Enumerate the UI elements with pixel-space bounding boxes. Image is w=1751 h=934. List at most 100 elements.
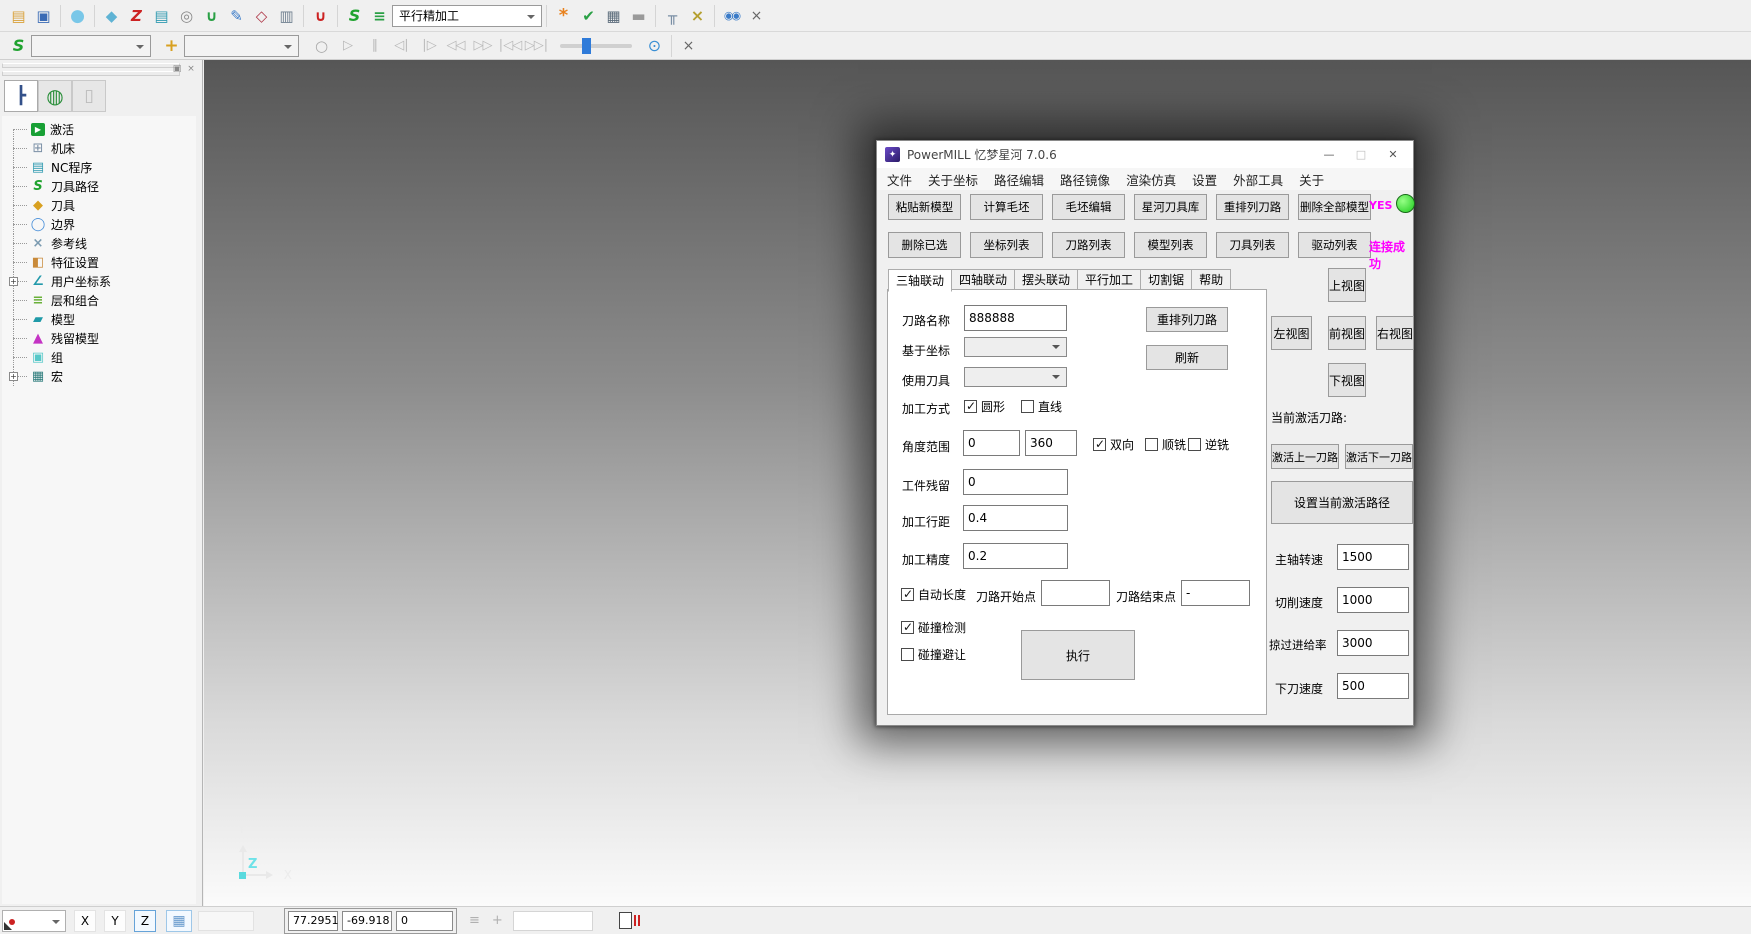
rewind-button[interactable]: ◁◁ bbox=[442, 34, 469, 58]
tolerance-field[interactable] bbox=[513, 911, 593, 931]
tab-parallel[interactable]: 平行加工 bbox=[1078, 269, 1141, 290]
sim-tool-select[interactable] bbox=[184, 35, 299, 57]
rapid-move-icon[interactable]: Z bbox=[124, 4, 149, 28]
tree-item-levels-sets[interactable]: ≡层和组合 bbox=[8, 291, 196, 310]
tool-pair-icon[interactable]: ╥ bbox=[660, 4, 685, 28]
end-point-input[interactable] bbox=[1181, 580, 1250, 606]
tree-item-models[interactable]: ▰模型 bbox=[8, 310, 196, 329]
collision-check-checkbox[interactable] bbox=[901, 621, 914, 634]
tool-library-button[interactable]: 星河刀具库 bbox=[1134, 194, 1207, 220]
toolpath-name-input[interactable] bbox=[964, 305, 1067, 331]
tree-item-tools[interactable]: ◆刀具 bbox=[8, 196, 196, 215]
grid-toggle-button[interactable]: ▦ bbox=[166, 910, 192, 932]
axis-y-button[interactable]: Y bbox=[104, 910, 126, 932]
refresh-button[interactable]: 刷新 bbox=[1146, 345, 1228, 370]
menu-about-coords[interactable]: 关于坐标 bbox=[920, 170, 986, 189]
collision-avoid-checkbox[interactable] bbox=[901, 648, 914, 661]
model-list-button[interactable]: 模型列表 bbox=[1134, 232, 1207, 258]
view-bottom-button[interactable]: 下视图 bbox=[1328, 363, 1366, 397]
stock-input[interactable] bbox=[963, 469, 1068, 495]
angle-to-input[interactable] bbox=[1025, 430, 1077, 456]
execute-button[interactable]: 执行 bbox=[1021, 630, 1135, 680]
angle-from-input[interactable] bbox=[963, 430, 1020, 456]
tree-item-nc-program[interactable]: ▤NC程序 bbox=[8, 158, 196, 177]
toolpath-icon[interactable]: S bbox=[6, 34, 31, 58]
menu-about[interactable]: 关于 bbox=[1291, 170, 1332, 189]
menu-external-tools[interactable]: 外部工具 bbox=[1225, 170, 1291, 189]
explorer-tab-trash[interactable]: ▯ bbox=[72, 80, 106, 112]
pause-button[interactable]: ∥ bbox=[361, 34, 388, 58]
auto-length-checkbox[interactable] bbox=[901, 588, 914, 601]
delete-all-models-button[interactable]: 删除全部模型 bbox=[1298, 194, 1371, 220]
menu-file[interactable]: 文件 bbox=[879, 170, 920, 189]
points-icon[interactable]: ◇ bbox=[249, 4, 274, 28]
workplane-select[interactable] bbox=[2, 910, 66, 932]
tool-list-button[interactable]: 刀具列表 bbox=[1216, 232, 1289, 258]
activate-next-button[interactable]: 激活下一刀路 bbox=[1345, 444, 1413, 469]
menu-render-sim[interactable]: 渲染仿真 bbox=[1118, 170, 1184, 189]
calculator-icon[interactable]: ▦ bbox=[601, 4, 626, 28]
nc-program-icon[interactable]: ▤ bbox=[149, 4, 174, 28]
ruler-icon[interactable]: ▬ bbox=[626, 4, 651, 28]
expand-icon[interactable]: + bbox=[9, 277, 18, 286]
panel-grip[interactable] bbox=[2, 63, 180, 68]
tab-swivel-head[interactable]: 摆头联动 bbox=[1015, 269, 1078, 290]
tree-item-stock-models[interactable]: ▲残留模型 bbox=[8, 329, 196, 348]
tree-item-toolpaths[interactable]: S刀具路径 bbox=[8, 177, 196, 196]
coordinate-list-icon[interactable]: ≡ bbox=[469, 913, 480, 928]
play-button[interactable]: ▷ bbox=[334, 34, 361, 58]
tab-help[interactable]: 帮助 bbox=[1192, 269, 1231, 290]
save-icon[interactable]: ▣ bbox=[31, 4, 56, 28]
tab-4axis[interactable]: 四轴联动 bbox=[952, 269, 1015, 290]
delete-selected-button[interactable]: 删除已选 bbox=[888, 232, 961, 258]
spindle-speed-input[interactable] bbox=[1337, 544, 1409, 570]
axis-x-button[interactable]: X bbox=[74, 910, 96, 932]
fast-forward-button[interactable]: ▷▷ bbox=[469, 34, 496, 58]
feeds-speeds-icon[interactable]: ∪ bbox=[308, 4, 333, 28]
axis-z-button[interactable]: Z bbox=[134, 910, 156, 932]
panel-float-icon[interactable]: ▣ bbox=[170, 62, 184, 75]
simulate-check-icon[interactable]: ✔ bbox=[576, 4, 601, 28]
panel-grip[interactable] bbox=[2, 71, 180, 76]
go-start-button[interactable]: ∣◁◁ bbox=[496, 34, 523, 58]
toolbar-close-icon[interactable]: × bbox=[744, 4, 769, 28]
line-checkbox[interactable] bbox=[1021, 400, 1034, 413]
tab-3axis[interactable]: 三轴联动 bbox=[888, 269, 952, 292]
toolpath-list-icon[interactable]: ≡ bbox=[367, 4, 392, 28]
maximize-button[interactable]: □ bbox=[1345, 141, 1377, 167]
menu-settings[interactable]: 设置 bbox=[1184, 170, 1225, 189]
step-back-button[interactable]: ◁∣ bbox=[388, 34, 415, 58]
set-active-path-button[interactable]: 设置当前激活路径 bbox=[1271, 481, 1413, 524]
block-icon[interactable]: ◆ bbox=[99, 4, 124, 28]
stepover-input[interactable] bbox=[963, 505, 1068, 531]
tool-change-icon[interactable]: ▥ bbox=[274, 4, 299, 28]
panel-close-icon[interactable]: × bbox=[184, 62, 198, 75]
open-file-icon[interactable]: ▤ bbox=[6, 4, 31, 28]
edit-block-button[interactable]: 毛坯编辑 bbox=[1052, 194, 1125, 220]
tool-icon[interactable]: ◎ bbox=[174, 4, 199, 28]
tree-item-groups[interactable]: ▣组 bbox=[8, 348, 196, 367]
tolerance-input[interactable] bbox=[963, 543, 1068, 569]
tree-item-macros[interactable]: +▦宏 bbox=[8, 367, 196, 386]
view-left-button[interactable]: 左视图 bbox=[1271, 316, 1312, 350]
toolpath-list-button[interactable]: 刀路列表 bbox=[1052, 232, 1125, 258]
tab-cutting-saw[interactable]: 切割锯 bbox=[1141, 269, 1192, 290]
rearrange-button[interactable]: 重排列刀路 bbox=[1146, 307, 1228, 332]
toolpath-icon[interactable]: S bbox=[342, 4, 367, 28]
step-forward-button[interactable]: ∣▷ bbox=[415, 34, 442, 58]
dialog-titlebar[interactable]: ✦ PowerMILL 忆梦星河 7.0.6 — □ ✕ bbox=[877, 141, 1413, 168]
menu-path-mirror[interactable]: 路径镜像 bbox=[1052, 170, 1118, 189]
minimize-button[interactable]: — bbox=[1313, 141, 1345, 167]
probe-icon[interactable]: + bbox=[492, 913, 503, 928]
cutting-speed-input[interactable] bbox=[1337, 587, 1409, 613]
tree-item-boundaries[interactable]: ◯边界 bbox=[8, 215, 196, 234]
conventional-checkbox[interactable] bbox=[1188, 438, 1201, 451]
compare-icon[interactable]: ◉◉ bbox=[719, 4, 744, 28]
view-front-button[interactable]: 前视图 bbox=[1328, 316, 1366, 350]
based-coord-select[interactable] bbox=[964, 337, 1067, 357]
use-tool-select[interactable] bbox=[964, 367, 1067, 387]
drive-list-button[interactable]: 驱动列表 bbox=[1298, 232, 1371, 258]
sim-close-icon[interactable]: × bbox=[676, 34, 701, 58]
tree-item-machine[interactable]: ⊞机床 bbox=[8, 139, 196, 158]
compute-block-button[interactable]: 计算毛坯 bbox=[970, 194, 1043, 220]
